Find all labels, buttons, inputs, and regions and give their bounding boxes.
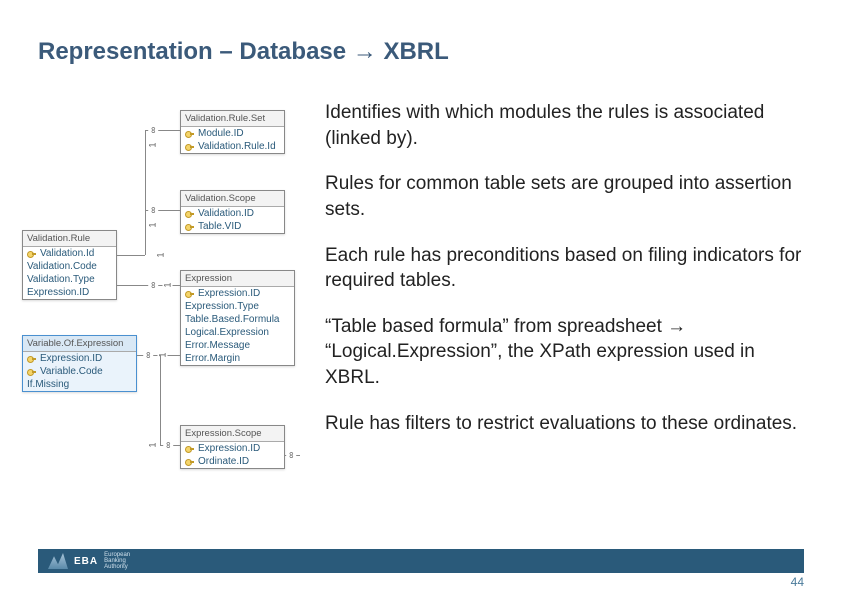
cardinality: ∞ <box>148 127 158 133</box>
field: Table.Based.Formula <box>181 313 294 326</box>
box-header: Expression.Scope <box>181 426 284 442</box>
logo: EBA European Banking Authority <box>48 552 130 570</box>
field: Table.VID <box>181 220 284 233</box>
field: Variable.Code <box>23 365 136 378</box>
paragraph: Identifies with which modules the rules … <box>325 100 812 151</box>
field: Error.Message <box>181 339 294 352</box>
key-icon <box>27 367 37 377</box>
field-label: Logical.Expression <box>185 327 269 338</box>
page-number: 44 <box>791 575 804 589</box>
content-text: Identifies with which modules the rules … <box>325 100 812 456</box>
box-expression: Expression Expression.ID Expression.Type… <box>180 270 295 366</box>
field: Validation.Code <box>23 260 116 273</box>
field: If.Missing <box>23 378 136 391</box>
field-label: Expression.ID <box>40 353 102 364</box>
field: Expression.ID <box>181 287 294 300</box>
cardinality: ∞ <box>286 452 296 458</box>
key-icon <box>185 457 195 467</box>
footer-bar: EBA European Banking Authority 44 <box>38 549 804 573</box>
field: Logical.Expression <box>181 326 294 339</box>
field-label: Expression.Type <box>185 301 259 312</box>
field: Module.ID <box>181 127 284 140</box>
field: Expression.ID <box>181 442 284 455</box>
field-label: Expression.ID <box>198 443 260 454</box>
box-variable-of-expression: Variable.Of.Expression Expression.ID Var… <box>22 335 137 392</box>
paragraph: “Table based formula” from spreadsheet →… <box>325 314 812 391</box>
key-icon <box>185 222 195 232</box>
connector <box>160 355 161 445</box>
cardinality: ∞ <box>148 282 158 288</box>
key-icon <box>27 249 37 259</box>
key-icon <box>185 129 195 139</box>
field-label: Error.Margin <box>185 353 240 364</box>
box-expression-scope: Expression.Scope Expression.ID Ordinate.… <box>180 425 285 469</box>
box-validation-rule-set: Validation.Rule.Set Module.ID Validation… <box>180 110 285 154</box>
connector <box>145 130 146 255</box>
cardinality: 1 <box>148 442 158 447</box>
key-icon <box>185 142 195 152</box>
field: Validation.Type <box>23 273 116 286</box>
box-validation-scope: Validation.Scope Validation.ID Table.VID <box>180 190 285 234</box>
field-label: Expression.ID <box>198 288 260 299</box>
paragraph: Rule has filters to restrict evaluations… <box>325 411 812 437</box>
field-label: Module.ID <box>198 128 244 139</box>
logo-subtitle: Authority <box>104 564 130 570</box>
field: Ordinate.ID <box>181 455 284 468</box>
field-label: Validation.Type <box>27 274 95 285</box>
box-header: Validation.Scope <box>181 191 284 207</box>
field: Validation.Rule.Id <box>181 140 284 153</box>
logo-icon <box>48 553 68 569</box>
cardinality: 1 <box>148 142 158 147</box>
cardinality: 1 <box>148 222 158 227</box>
paragraph: Each rule has preconditions based on fil… <box>325 243 812 294</box>
box-header: Expression <box>181 271 294 287</box>
key-icon <box>27 354 37 364</box>
paragraph: Rules for common table sets are grouped … <box>325 171 812 222</box>
connector <box>117 255 145 256</box>
field-label: Expression.ID <box>27 287 89 298</box>
box-header: Variable.Of.Expression <box>23 336 136 352</box>
key-icon <box>185 444 195 454</box>
field-label: Validation.Rule.Id <box>198 141 276 152</box>
field-label: Validation.Id <box>40 248 94 259</box>
field-label: Table.VID <box>198 221 241 232</box>
box-header: Validation.Rule.Set <box>181 111 284 127</box>
field-label: Validation.ID <box>198 208 254 219</box>
er-diagram: Validation.Rule Validation.Id Validation… <box>20 95 310 515</box>
key-icon <box>185 289 195 299</box>
cardinality: 1 <box>158 352 168 357</box>
field: Expression.Type <box>181 300 294 313</box>
logo-text: EBA <box>74 556 98 567</box>
cardinality: 1 <box>163 282 173 287</box>
field: Error.Margin <box>181 352 294 365</box>
field: Expression.ID <box>23 352 136 365</box>
field-label: Table.Based.Formula <box>185 314 280 325</box>
field-label: Validation.Code <box>27 261 97 272</box>
field-label: Error.Message <box>185 340 250 351</box>
box-header: Validation.Rule <box>23 231 116 247</box>
slide-title: Representation – Database → XBRL <box>38 38 449 66</box>
field: Validation.Id <box>23 247 116 260</box>
cardinality: ∞ <box>143 352 153 358</box>
cardinality: ∞ <box>148 207 158 213</box>
box-validation-rule: Validation.Rule Validation.Id Validation… <box>22 230 117 300</box>
key-icon <box>185 209 195 219</box>
field: Expression.ID <box>23 286 116 299</box>
cardinality: 1 <box>156 252 166 257</box>
field-label: Variable.Code <box>40 366 103 377</box>
field-label: If.Missing <box>27 379 69 390</box>
field: Validation.ID <box>181 207 284 220</box>
field-label: Ordinate.ID <box>198 456 249 467</box>
cardinality: ∞ <box>163 442 173 448</box>
